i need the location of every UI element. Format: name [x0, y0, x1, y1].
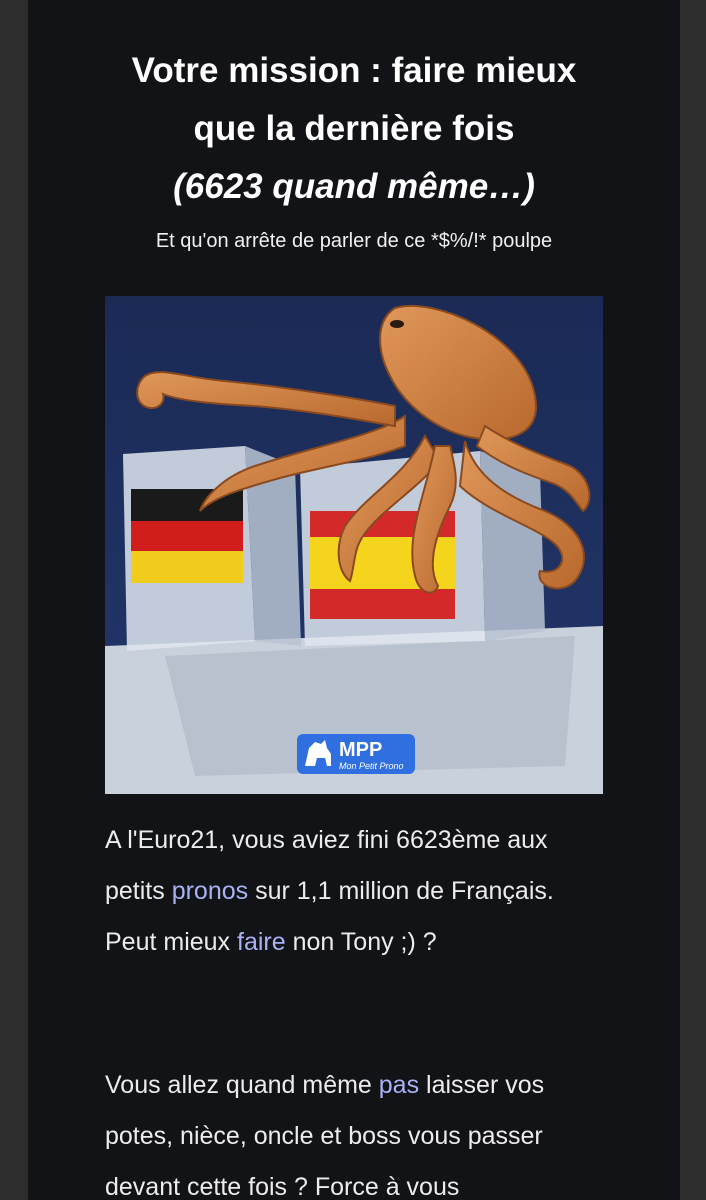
hero-image[interactable]: MPP Mon Petit Prono [105, 296, 603, 794]
germany-flag-gold [131, 551, 243, 583]
email-body: Votre mission : faire mieux que la derni… [28, 0, 680, 1200]
mpp-logo: MPP Mon Petit Prono [297, 734, 415, 774]
paragraph2-text-1: Vous allez quand même [105, 1071, 379, 1099]
logo-text: MPP [339, 739, 382, 761]
paragraph-euro21: A l'Euro21, vous aviez fini 6623ème aux … [105, 815, 605, 968]
paragraph-challenge: Vous allez quand même pas laisser vos po… [105, 1060, 605, 1200]
octopus-eye [390, 320, 404, 328]
headline: Votre mission : faire mieux que la derni… [28, 42, 680, 216]
germany-flag-red [131, 521, 243, 551]
headline-line-1: Votre mission : faire mieux [131, 51, 577, 90]
logo-tagline: Mon Petit Prono [339, 761, 404, 771]
subtitle: Et qu'on arrête de parler de ce *$%/!* p… [155, 230, 553, 252]
headline-line-3: (6623 quand même…) [173, 167, 535, 206]
link-pronos[interactable]: pronos [172, 877, 248, 905]
screen: Votre mission : faire mieux que la derni… [0, 0, 706, 1200]
paragraph1-text-3: non Tony ;) ? [285, 928, 437, 956]
link-faire[interactable]: faire [237, 928, 286, 956]
headline-line-2: que la dernière fois [193, 109, 515, 148]
link-pas[interactable]: pas [379, 1071, 419, 1099]
spain-flag-red-bottom [310, 589, 455, 619]
